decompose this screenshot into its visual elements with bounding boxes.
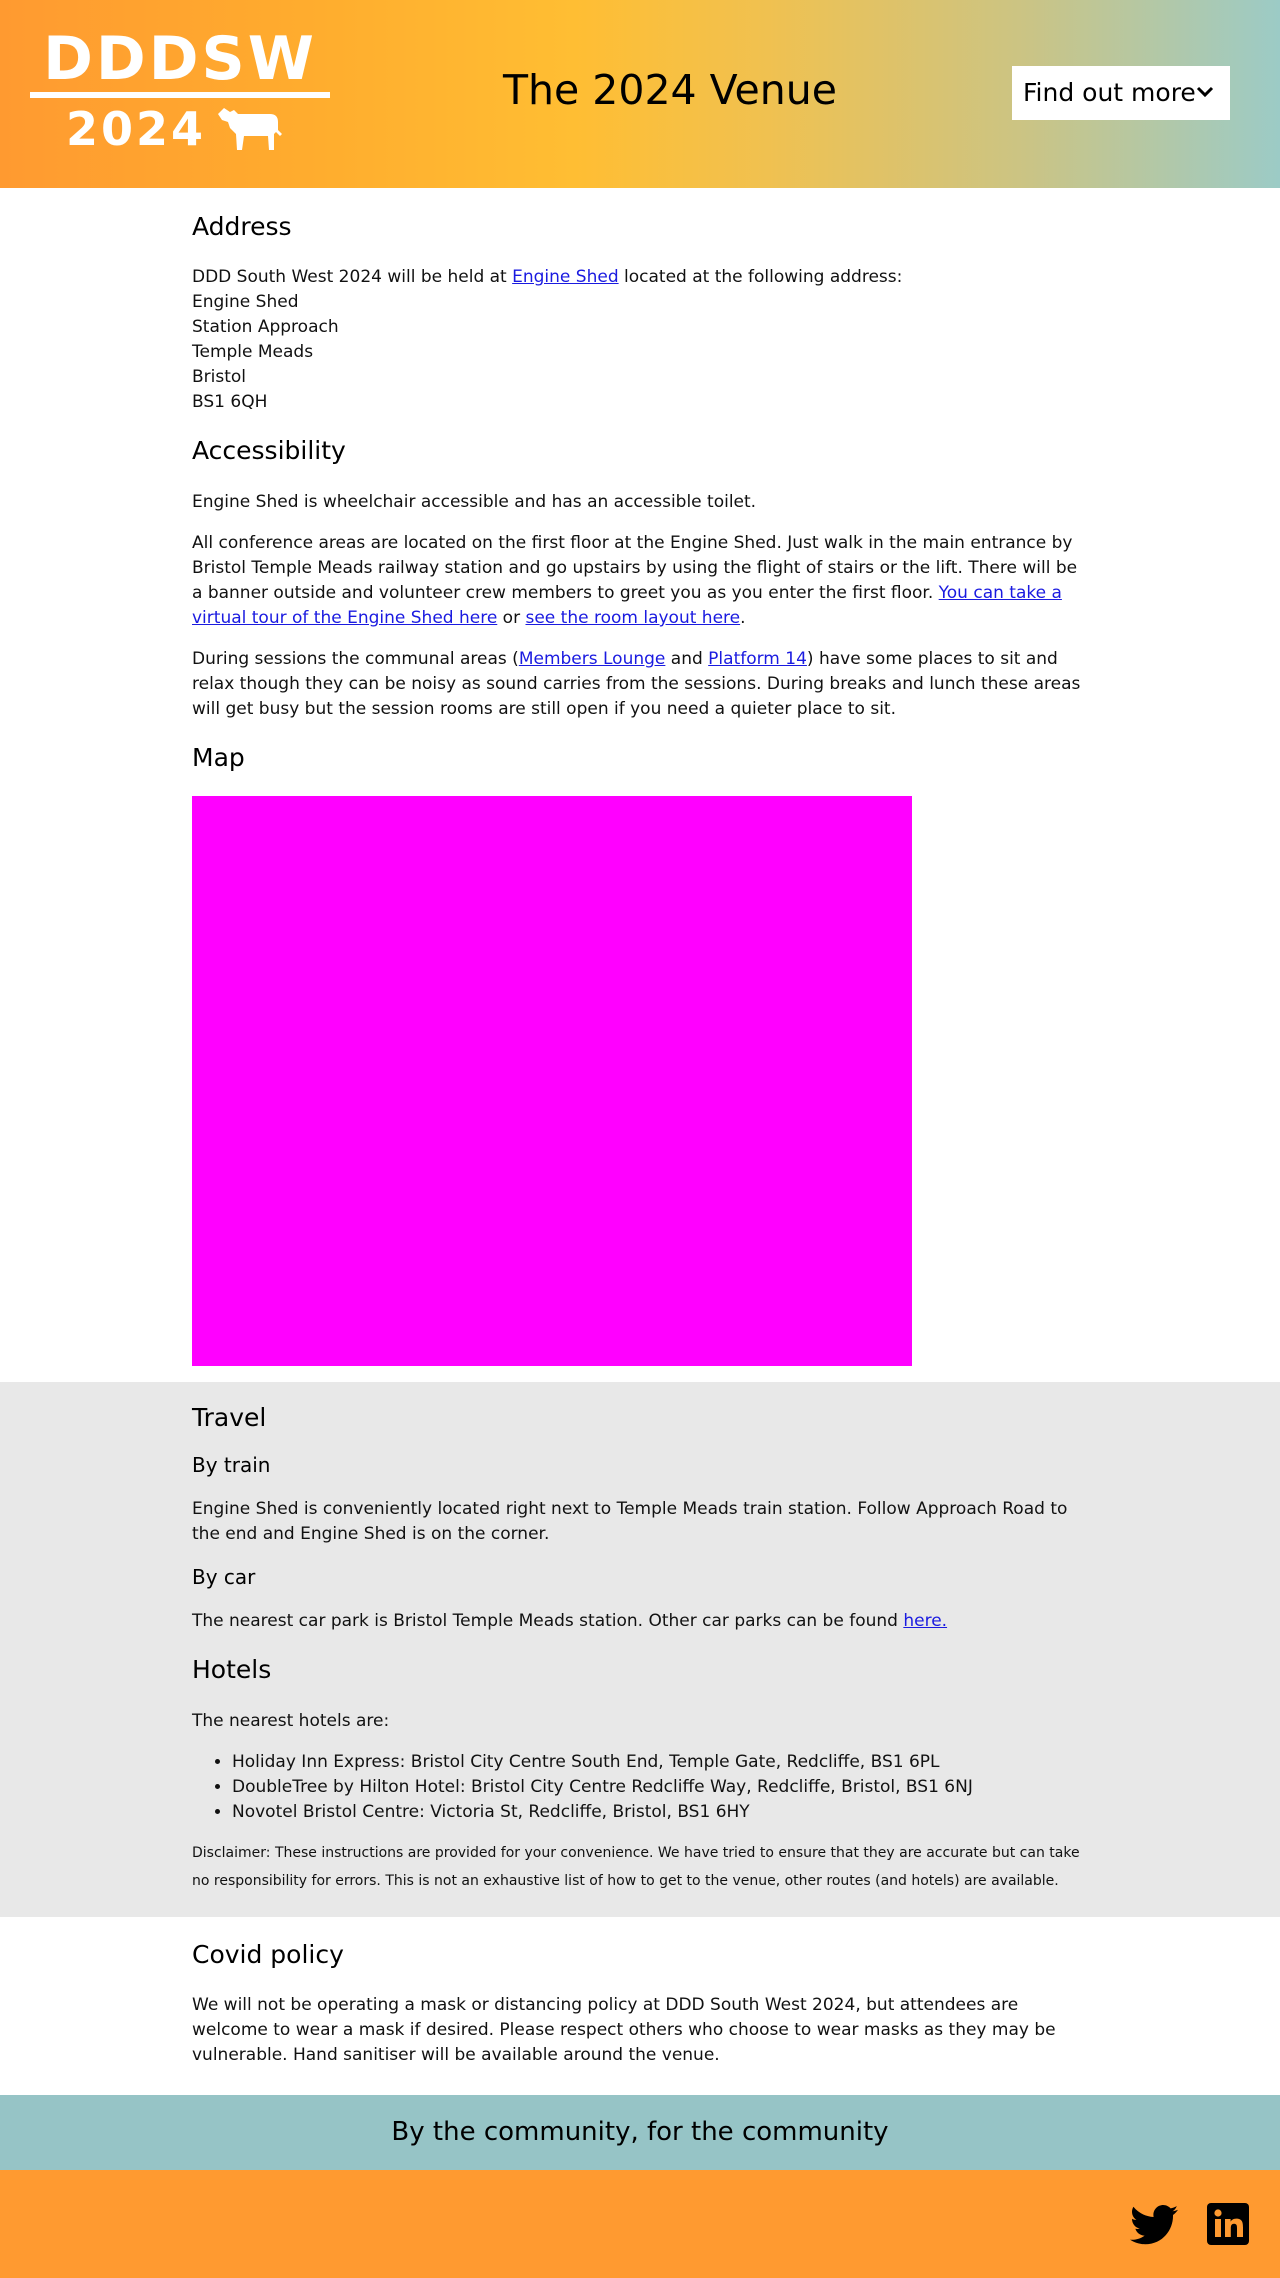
list-item: DoubleTree by Hilton Hotel: Bristol City… [232,1775,1082,1800]
address-heading: Address [192,212,292,241]
address-line-2: Station Approach [192,317,339,337]
by-car-text-body: The nearest car park is Bristol Temple M… [192,1611,904,1631]
address-intro-text-end: located at the following address: [618,267,903,287]
accessibility-p3-and: and [665,649,709,669]
covid-section: Covid policy We will not be operating a … [0,1917,1280,2095]
covid-heading: Covid policy [192,1940,344,1969]
logo-text: DDDSW [43,24,317,94]
by-train-text: Engine Shed is conveniently located righ… [192,1499,1068,1544]
accessibility-p2-or: or [497,608,526,628]
page-footer [0,2170,1280,2278]
address-line-5: BS1 6QH [192,392,268,412]
travel-disclaimer: Disclaimer: These instructions are provi… [192,1845,1080,1889]
map-heading: Map [192,743,245,772]
by-car-text: The nearest car park is Bristol Temple M… [192,1609,1082,1634]
list-item: Holiday Inn Express: Bristol City Centre… [232,1750,1082,1775]
address-intro: DDD South West 2024 will be held at Engi… [192,265,1082,290]
logo-divider [30,92,330,98]
dddsw-logo[interactable]: DDDSW 2024 [30,26,330,154]
community-tagline: By the community, for the community [0,2095,1280,2170]
venue-info-section: Address DDD South West 2024 will be held… [0,188,1280,1366]
accessibility-paragraph-3: During sessions the communal areas (Memb… [192,647,1082,722]
page-header: DDDSW 2024 The 2024 Venue Find out more [0,0,1280,188]
cow-icon [218,108,282,150]
travel-section: Travel By train Engine Shed is convenien… [0,1382,1280,1917]
accessibility-p2-end: . [740,608,746,628]
chevron-down-icon [1196,86,1214,98]
venue-map[interactable] [192,796,912,1366]
find-out-more-dropdown[interactable]: Find out more [1012,66,1230,120]
page-title: The 2024 Venue [503,66,837,114]
hotels-intro: The nearest hotels are: [192,1711,390,1731]
find-out-more-label: Find out more [1023,78,1196,107]
members-lounge-link[interactable]: Members Lounge [519,649,666,669]
by-train-heading: By train [192,1453,271,1477]
platform-14-link[interactable]: Platform 14 [708,649,807,669]
covid-text: We will not be operating a mask or dista… [192,1995,1056,2065]
address-line-3: Temple Meads [192,342,314,362]
accessibility-heading: Accessibility [192,436,346,465]
hotels-heading: Hotels [192,1655,272,1684]
linkedin-icon[interactable] [1207,2203,1249,2245]
address-block: DDD South West 2024 will be held at Engi… [192,265,1082,415]
by-car-heading: By car [192,1565,256,1589]
address-intro-text: DDD South West 2024 will be held at [192,267,513,287]
address-line-4: Bristol [192,367,247,387]
accessibility-paragraph-1: Engine Shed is wheelchair accessible and… [192,492,757,512]
logo-year: 2024 [66,102,207,156]
twitter-icon[interactable] [1130,2204,1178,2246]
list-item: Novotel Bristol Centre: Victoria St, Red… [232,1800,1082,1825]
car-parks-link[interactable]: here. [903,1611,947,1631]
engine-shed-link[interactable]: Engine Shed [512,267,618,287]
accessibility-p3-text: During sessions the communal areas ( [192,649,519,669]
travel-heading: Travel [192,1403,267,1432]
accessibility-paragraph-2: All conference areas are located on the … [192,531,1082,631]
room-layout-link[interactable]: see the room layout here [525,608,740,628]
hotel-list: Holiday Inn Express: Bristol City Centre… [232,1750,1082,1825]
address-line-1: Engine Shed [192,292,299,312]
